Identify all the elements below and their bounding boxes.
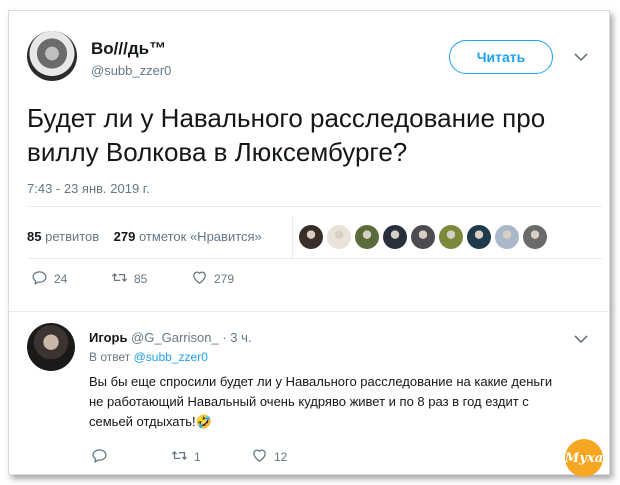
like-action[interactable]: 12 xyxy=(251,447,287,467)
reply-count: 24 xyxy=(54,272,68,286)
watermark-logo: Муха xyxy=(565,439,603,477)
tweet-card: Во///дь™ @subb_zzer0 Читать Будет ли у Н… xyxy=(8,10,610,477)
divider xyxy=(27,206,602,207)
retweet-count: 1 xyxy=(194,450,201,464)
follow-button[interactable]: Читать xyxy=(449,40,553,74)
reply-time[interactable]: · 3 ч. xyxy=(222,330,251,345)
reply-icon xyxy=(91,447,108,467)
retweet-icon xyxy=(171,447,188,467)
retweet-count: 85 xyxy=(134,272,148,286)
heart-icon xyxy=(251,447,268,467)
retweets-label[interactable]: ретвитов xyxy=(45,229,99,244)
retweet-action[interactable]: 85 xyxy=(111,269,147,289)
chevron-down-icon[interactable] xyxy=(574,331,588,347)
retweets-count[interactable]: 85 xyxy=(27,229,41,244)
in-reply-to: В ответ @subb_zzer0 xyxy=(89,350,208,364)
author-handle[interactable]: @subb_zzer0 xyxy=(91,63,171,78)
liker-avatar[interactable] xyxy=(467,225,491,249)
tweet-stats: 85 ретвитов 279 отметок «Нравится» xyxy=(27,229,262,244)
retweet-icon xyxy=(111,269,128,289)
stats-divider xyxy=(292,216,293,258)
reply-author-avatar[interactable] xyxy=(27,323,75,371)
tweet-timestamp[interactable]: 7:43 - 23 янв. 2019 г. xyxy=(27,181,150,196)
likes-count[interactable]: 279 xyxy=(114,229,136,244)
reply-action[interactable]: 24 xyxy=(31,269,67,289)
reply-author-name[interactable]: Игорь xyxy=(89,330,127,345)
liker-avatar[interactable] xyxy=(411,225,435,249)
like-count: 12 xyxy=(274,450,288,464)
author-avatar[interactable] xyxy=(27,31,77,81)
like-count: 279 xyxy=(214,272,235,286)
retweet-action[interactable]: 1 xyxy=(171,447,201,467)
liker-avatar[interactable] xyxy=(439,225,463,249)
reply-action[interactable] xyxy=(91,447,114,467)
divider xyxy=(27,258,602,259)
liker-avatar[interactable] xyxy=(355,225,379,249)
author-name[interactable]: Во///дь™ xyxy=(91,39,166,59)
liker-avatar[interactable] xyxy=(299,225,323,249)
liker-avatars xyxy=(299,225,547,249)
reply-icon xyxy=(31,269,48,289)
reply-text: Вы бы еще спросили будет ли у Навального… xyxy=(89,374,553,429)
like-action[interactable]: 279 xyxy=(191,269,234,289)
liker-avatar[interactable] xyxy=(523,225,547,249)
in-reply-handle[interactable]: @subb_zzer0 xyxy=(134,350,208,364)
liker-avatar[interactable] xyxy=(383,225,407,249)
reply-author-handle[interactable]: @G_Garrison_ xyxy=(131,330,219,345)
reply-header: Игорь @G_Garrison_ · 3 ч. xyxy=(89,330,252,345)
likes-label[interactable]: отметок «Нравится» xyxy=(139,229,262,244)
heart-icon xyxy=(191,269,208,289)
in-reply-prefix: В ответ xyxy=(89,350,131,364)
divider xyxy=(9,311,609,312)
liker-avatar[interactable] xyxy=(327,225,351,249)
chevron-down-icon[interactable] xyxy=(574,49,588,65)
liker-avatar[interactable] xyxy=(495,225,519,249)
tweet-text: Будет ли у Навального расследование про … xyxy=(27,103,546,167)
